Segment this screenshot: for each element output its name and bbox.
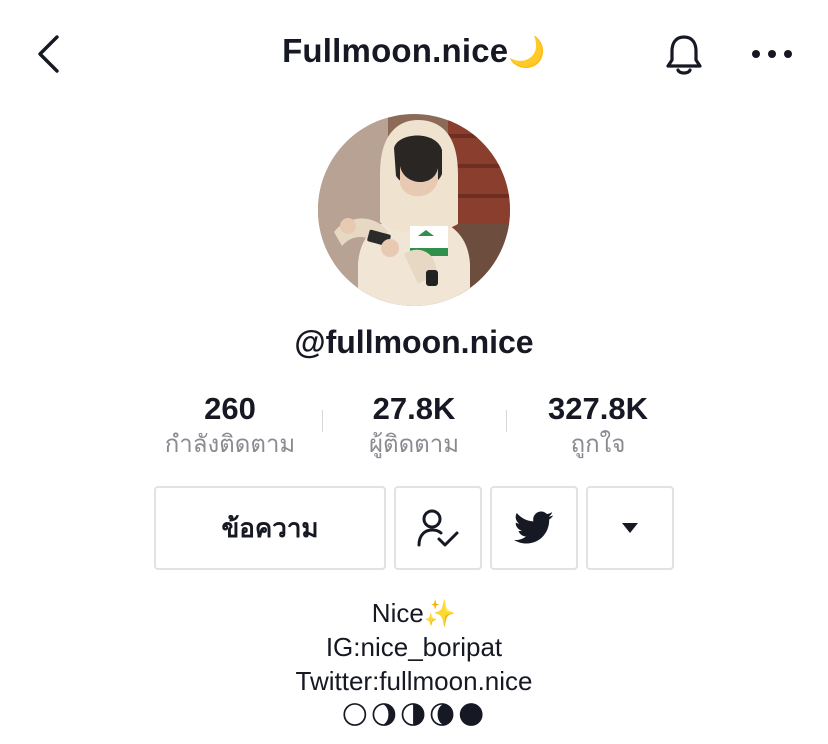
caret-down-icon xyxy=(622,523,638,533)
more-options-button[interactable] xyxy=(748,34,796,74)
profile-handle: @fullmoon.nice xyxy=(294,324,534,360)
bell-icon xyxy=(666,35,702,75)
following-stat[interactable]: 260 กำลังติดตาม xyxy=(145,390,315,462)
bio-line-1: Nice✨ xyxy=(0,596,828,630)
twitter-button[interactable] xyxy=(490,486,578,570)
likes-stat[interactable]: 327.8K ถูกใจ xyxy=(513,390,683,462)
following-button[interactable] xyxy=(394,486,482,570)
user-check-icon xyxy=(417,509,459,547)
bio-line-3: Twitter:fullmoon.nice xyxy=(295,666,533,696)
bio-moon-phases: 🌕🌖🌗🌘🌑 xyxy=(341,700,487,730)
more-horizontal-icon xyxy=(752,50,792,58)
notification-button[interactable] xyxy=(660,30,708,80)
title-text: Fullmoon.nice xyxy=(282,32,509,69)
top-bar: Fullmoon.nice🌙 xyxy=(0,0,828,110)
message-button[interactable]: ข้อความ xyxy=(154,486,386,570)
bio: Nice✨ IG:nice_boripat Twitter:fullmoon.n… xyxy=(0,596,828,732)
followers-count: 27.8K xyxy=(372,391,456,426)
sparkles-emoji: ✨ xyxy=(423,598,457,628)
likes-count: 327.8K xyxy=(548,391,648,426)
bio-line-2: IG:nice_boripat xyxy=(325,632,503,662)
followers-label: ผู้ติดตาม xyxy=(368,431,460,458)
following-count: 260 xyxy=(204,391,256,426)
stat-divider xyxy=(322,410,323,432)
stats-row: 260 กำลังติดตาม 27.8K ผู้ติดตาม 327.8K ถ… xyxy=(140,390,688,462)
moon-emoji: 🌙 xyxy=(508,36,546,69)
stat-divider xyxy=(506,410,507,432)
avatar[interactable] xyxy=(318,114,510,306)
more-actions-dropdown[interactable] xyxy=(586,486,674,570)
bio-nice: Nice xyxy=(371,598,424,628)
avatar-photo xyxy=(318,114,510,306)
twitter-icon xyxy=(514,511,554,544)
following-label: กำลังติดตาม xyxy=(164,431,296,458)
likes-label: ถูกใจ xyxy=(570,431,626,458)
followers-stat[interactable]: 27.8K ผู้ติดตาม xyxy=(329,390,499,462)
